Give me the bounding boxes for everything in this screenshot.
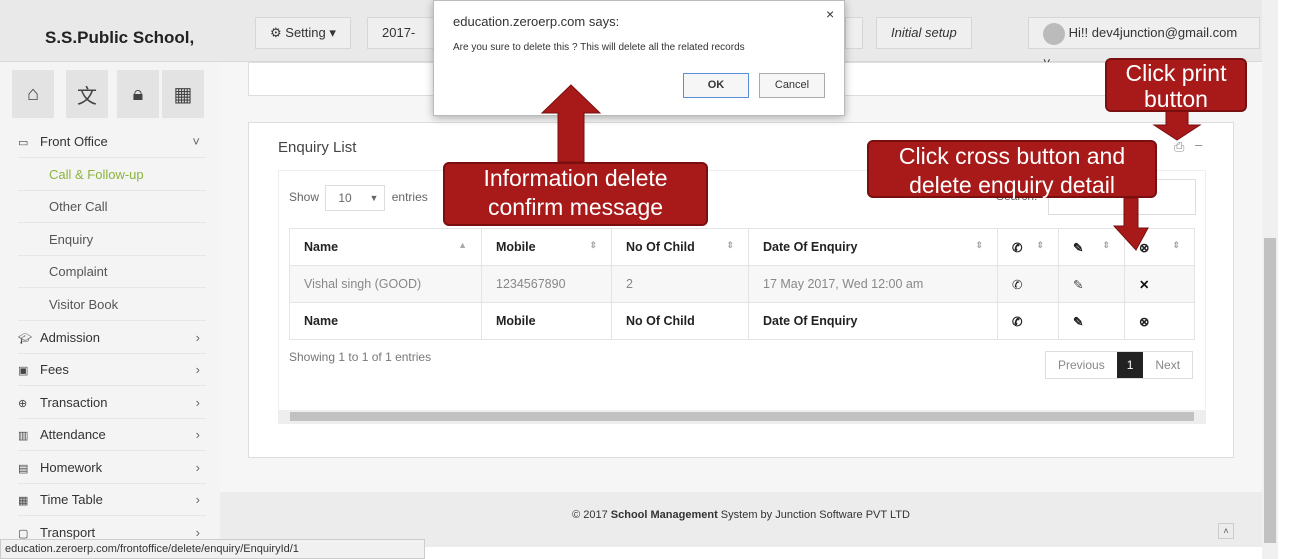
annotation-arrows [540, 84, 1202, 251]
arrow-up-confirm [540, 84, 602, 163]
arrow-down-cross [1112, 197, 1149, 251]
arrow-down-print [1152, 109, 1202, 141]
callout-cross: Click cross button and delete enquiry de… [867, 140, 1157, 198]
callout-print: Click print button [1105, 58, 1247, 112]
callout-confirm: Information delete confirm message [443, 162, 708, 226]
